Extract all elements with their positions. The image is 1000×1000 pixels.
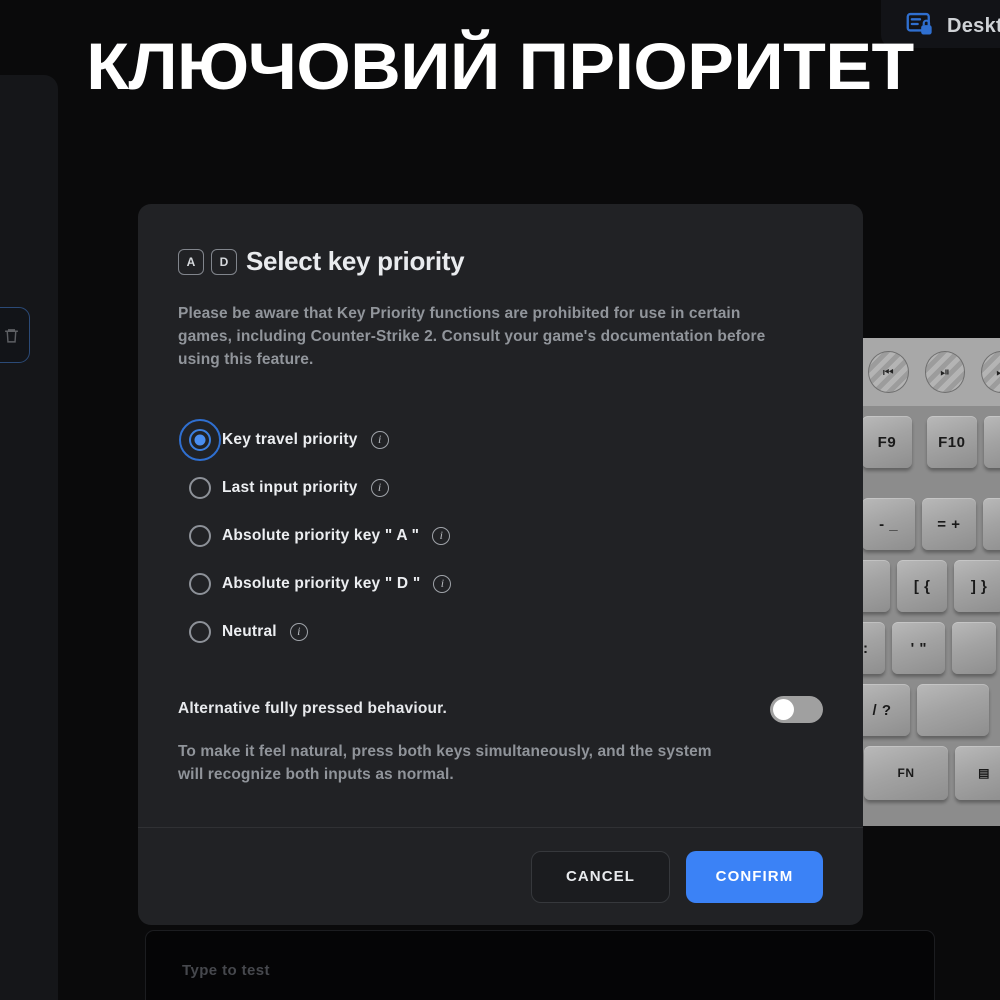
- keycap-quote: ' ": [892, 622, 946, 674]
- play-pause-icon: ⏯: [924, 351, 966, 393]
- info-icon[interactable]: i: [370, 478, 389, 497]
- next-track-icon: ⏭: [981, 351, 1000, 393]
- info-icon[interactable]: i: [289, 622, 308, 641]
- dialog-title: Select key priority: [246, 246, 465, 276]
- radio-option-last-input-priority[interactable]: Last input priority i: [178, 464, 823, 512]
- type-to-test-input[interactable]: Type to test: [145, 930, 935, 1000]
- keycap-badge-d: D: [211, 248, 237, 275]
- keycap-bracket-right: ] }: [954, 560, 1000, 612]
- priority-options-group: Key travel priority i Last input priorit…: [178, 416, 823, 656]
- keycap-fn: FN: [864, 746, 948, 800]
- keycap-backspace: [982, 498, 1000, 550]
- option-label: Last input priority: [222, 478, 358, 496]
- radio-indicator: [189, 620, 211, 643]
- keycap-p: [862, 560, 891, 612]
- alternative-behaviour-section: Alternative fully pressed behaviour. To …: [178, 695, 823, 787]
- keycap-f9: F9: [862, 416, 912, 468]
- option-label: Key travel priority: [222, 430, 358, 448]
- keycap-slash: / ?: [862, 684, 910, 736]
- alternative-behaviour-toggle[interactable]: [770, 695, 823, 723]
- dialog-body: A D Select key priority Please be aware …: [138, 204, 863, 827]
- keycap-f10: F10: [926, 416, 977, 468]
- info-icon[interactable]: i: [433, 574, 452, 593]
- radio-indicator: [189, 524, 211, 547]
- left-sidebar-panel: [0, 75, 58, 1000]
- dialog-footer: CANCEL CONFIRM: [138, 827, 863, 925]
- keycap-f11: [983, 416, 1000, 468]
- alternative-behaviour-title: Alternative fully pressed behaviour.: [178, 700, 448, 718]
- screen: ⏮ ⏯ ⏭ F9 F10 - _ = + [ { ] } ; : ' ": [0, 0, 1000, 1000]
- keycap-menu: ▤: [955, 746, 1000, 800]
- radio-option-absolute-priority-key-d[interactable]: Absolute priority key " D " i: [178, 560, 823, 608]
- keycap-shift-right: [917, 684, 989, 736]
- radio-indicator: [189, 572, 211, 595]
- key-priority-dialog: A D Select key priority Please be aware …: [138, 204, 863, 925]
- keycap-enter: [952, 622, 996, 674]
- option-label: Absolute priority key " D ": [222, 574, 421, 592]
- keycap-equals: = +: [922, 498, 976, 550]
- confirm-button[interactable]: CONFIRM: [686, 850, 823, 903]
- keycap-bracket-left: [ {: [897, 560, 948, 612]
- radio-option-key-travel-priority[interactable]: Key travel priority i: [178, 416, 823, 464]
- option-label: Absolute priority key " A ": [222, 526, 420, 544]
- dialog-description: Please be aware that Key Priority functi…: [178, 305, 766, 368]
- alternative-behaviour-description: To make it feel natural, press both keys…: [178, 742, 712, 784]
- info-icon[interactable]: i: [370, 430, 389, 449]
- info-icon[interactable]: i: [432, 526, 451, 545]
- radio-option-absolute-priority-key-a[interactable]: Absolute priority key " A " i: [178, 512, 823, 560]
- radio-indicator: [189, 428, 211, 451]
- prev-track-icon: ⏮: [868, 351, 909, 393]
- keyboard-media-strip: ⏮ ⏯ ⏭: [862, 338, 1000, 406]
- alternative-behaviour-row: Alternative fully pressed behaviour.: [178, 695, 823, 723]
- option-label: Neutral: [222, 622, 277, 640]
- page-title: КЛЮЧОВИЙ ПРІОРИТЕТ: [86, 29, 914, 103]
- keycap-semicolon: ; :: [862, 622, 886, 674]
- type-to-test-placeholder: Type to test: [182, 961, 270, 979]
- trash-icon: [5, 328, 18, 343]
- keycap-badge-a: A: [178, 248, 204, 275]
- dialog-header: A D Select key priority: [178, 246, 823, 277]
- keyboard-photo: ⏮ ⏯ ⏭ F9 F10 - _ = + [ { ] } ; : ' ": [862, 338, 1000, 826]
- keycap-minus: - _: [862, 498, 916, 550]
- radio-option-neutral[interactable]: Neutral i: [178, 608, 823, 656]
- delete-button[interactable]: [0, 307, 30, 363]
- cancel-button[interactable]: CANCEL: [531, 850, 670, 903]
- radio-indicator: [189, 476, 211, 499]
